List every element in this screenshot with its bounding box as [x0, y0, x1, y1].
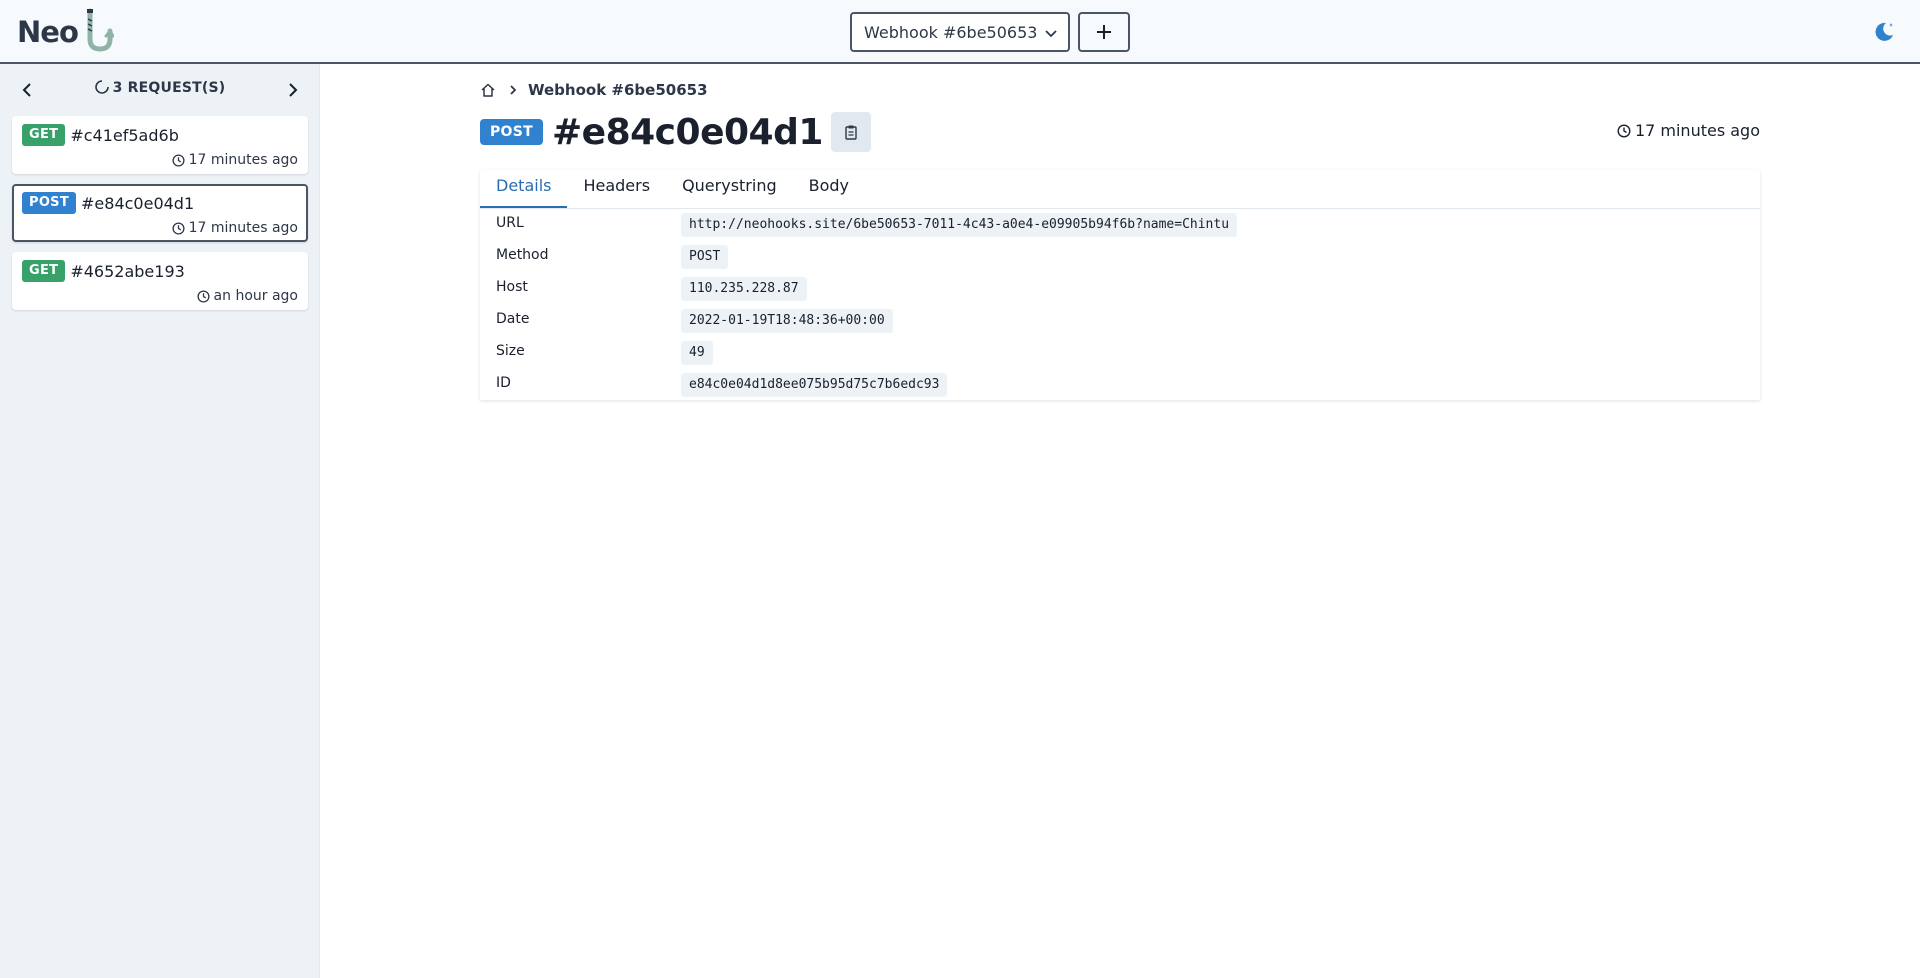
app-logo-text: Neo [17, 15, 79, 49]
request-time: 17 minutes ago [188, 220, 298, 236]
details-value: e84c0e04d1d8ee075b95d75c7b6edc93 [681, 373, 948, 397]
details-row-host: Host 110.235.228.87 [480, 274, 1760, 306]
tab-bar: Details Headers Querystring Body [480, 170, 1760, 209]
details-table: URL http://neohooks.site/6be50653-7011-4… [480, 210, 1760, 402]
page-title: #e84c0e04d1 [552, 111, 823, 153]
request-id: #e84c0e04d1 [81, 193, 195, 213]
details-value: 110.235.228.87 [681, 277, 807, 301]
request-details-panel: Details Headers Querystring Body URL htt… [480, 170, 1760, 400]
request-title-row: POST #e84c0e04d1 [480, 110, 871, 154]
breadcrumb: Webhook #6be50653 [480, 80, 708, 100]
details-label: URL [496, 215, 524, 231]
clock-icon [172, 153, 185, 167]
top-bar: Neo Webhook #6be50653 [0, 0, 1920, 64]
request-list-item-active[interactable]: POST #e84c0e04d1 17 minutes ago [12, 184, 308, 242]
plus-icon [1097, 25, 1111, 39]
add-webhook-button[interactable] [1078, 12, 1130, 52]
request-list-item[interactable]: GET #c41ef5ad6b 17 minutes ago [12, 116, 308, 174]
details-value: POST [681, 245, 729, 269]
clock-icon [1617, 123, 1631, 138]
details-label: Size [496, 343, 525, 359]
request-id: #4652abe193 [70, 261, 185, 281]
tab-headers[interactable]: Headers [567, 170, 666, 206]
details-value: http://neohooks.site/6be50653-7011-4c43-… [681, 213, 1238, 237]
spinner-icon [94, 80, 109, 94]
details-value: 49 [681, 341, 713, 365]
details-label: ID [496, 375, 511, 391]
webhook-select-value: Webhook #6be50653 [864, 22, 1038, 42]
details-value: 2022-01-19T18:48:36+00:00 [681, 309, 893, 333]
method-badge: GET [22, 260, 66, 282]
chevron-right-icon[interactable] [286, 82, 300, 98]
request-id: #c41ef5ad6b [70, 125, 179, 145]
details-label: Method [496, 247, 549, 263]
clipboard-icon [845, 125, 857, 140]
tab-body[interactable]: Body [793, 170, 865, 206]
copy-button[interactable] [830, 112, 871, 152]
request-count: 3 REQUEST(S) [0, 80, 320, 96]
request-time: 17 minutes ago [1634, 121, 1760, 140]
home-icon[interactable] [480, 82, 496, 98]
breadcrumb-current[interactable]: Webhook #6be50653 [528, 81, 708, 99]
request-timestamp: 17 minutes ago [1617, 121, 1760, 140]
chevron-down-icon [1045, 30, 1057, 38]
request-time: 17 minutes ago [188, 152, 298, 168]
request-sidebar: 3 REQUEST(S) GET #c41ef5ad6b 17 minutes … [0, 64, 320, 978]
theme-toggle-button[interactable] [1872, 20, 1896, 44]
method-badge: POST [22, 192, 77, 214]
request-list-item[interactable]: GET #4652abe193 an hour ago [12, 252, 308, 310]
details-row-id: ID e84c0e04d1d8ee075b95d75c7b6edc93 [480, 370, 1760, 402]
details-label: Host [496, 279, 528, 295]
webhook-select[interactable]: Webhook #6be50653 [850, 12, 1070, 52]
details-row-method: Method POST [480, 242, 1760, 274]
hook-icon [86, 8, 114, 52]
app-logo[interactable]: Neo [17, 8, 114, 56]
tab-details[interactable]: Details [480, 170, 568, 208]
chevron-right-icon [510, 85, 517, 95]
clock-icon [197, 289, 210, 303]
details-row-size: Size 49 [480, 338, 1760, 370]
details-row-url: URL http://neohooks.site/6be50653-7011-4… [480, 210, 1760, 242]
method-badge: GET [22, 124, 66, 146]
sidebar-pagination: 3 REQUEST(S) [0, 76, 320, 104]
request-count-label: 3 REQUEST(S) [112, 80, 226, 96]
request-time: an hour ago [213, 288, 298, 304]
method-badge: POST [480, 119, 543, 145]
details-row-date: Date 2022-01-19T18:48:36+00:00 [480, 306, 1760, 338]
tab-querystring[interactable]: Querystring [666, 170, 793, 206]
moon-icon [1875, 22, 1893, 41]
clock-icon [172, 221, 185, 235]
details-label: Date [496, 311, 530, 327]
